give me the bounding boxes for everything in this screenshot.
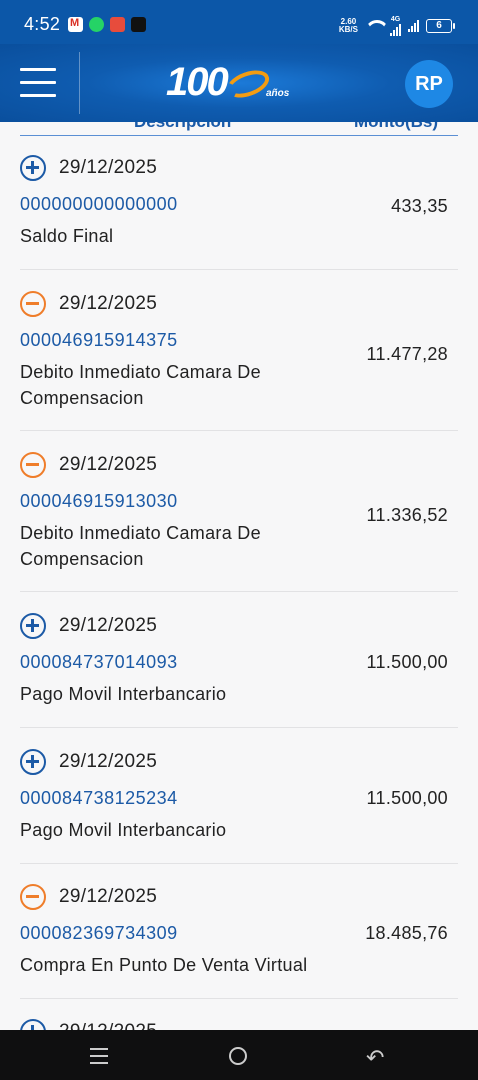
avatar[interactable]: RP [405,60,453,108]
plus-icon [20,749,46,775]
status-indicators: 2.60 KB/S 4G 6 [339,16,455,36]
tiktok-icon [131,17,146,32]
list-item[interactable]: 29/12/2025 000084738125234 Pago Movil In… [20,748,458,864]
gmail-icon [68,17,83,32]
column-amount: Monto(Bs) [354,122,438,132]
app-icon [110,17,125,32]
transaction-list[interactable]: Descripcion Monto(Bs) 29/12/2025 0000000… [0,122,478,1030]
brand-logo: 100 años [166,60,296,108]
transaction-amount: 18.485,76 [365,923,448,943]
list-item[interactable]: 29/12/2025 000000000000000 Saldo Final 4… [20,154,458,270]
transaction-amount: 433,35 [391,196,448,216]
app-header: 100 años RP [0,44,478,122]
plus-icon [20,1019,46,1030]
transaction-description: Pago Movil Interbancario [20,684,227,704]
transaction-description: Debito Inmediato Camara De Compensacion [20,362,261,408]
plus-icon [20,155,46,181]
list-item[interactable]: 29/12/2025 [20,1018,458,1030]
transaction-date: 29/12/2025 [59,615,158,636]
transaction-amount: 11.477,28 [366,344,448,364]
notification-icons [68,17,146,32]
network-speed-unit: KB/S [338,25,358,34]
network-type: 4G [390,16,401,36]
transaction-description: Compra En Punto De Venta Virtual [20,955,308,975]
minus-icon [20,291,46,317]
transaction-amount: 11.336,52 [366,505,448,525]
minus-icon [20,452,46,478]
status-bar: 4:52 2.60 KB/S 4G 6 [0,0,478,44]
signal-icon [390,24,401,36]
menu-icon[interactable] [20,68,58,98]
list-item[interactable]: 29/12/2025 000084737014093 Pago Movil In… [20,612,458,728]
system-nav-bar: ↶ [0,1030,478,1080]
column-description: Descripcion [134,122,231,132]
minus-icon [20,884,46,910]
header-divider [79,52,80,114]
transaction-amount: 11.500,00 [366,652,448,672]
transaction-date: 29/12/2025 [59,157,158,178]
back-icon[interactable]: ↶ [366,1045,384,1071]
list-item[interactable]: 29/12/2025 000046915914375 Debito Inmedi… [20,290,458,431]
logo-number: 100 [166,60,229,104]
transaction-date: 29/12/2025 [59,454,158,475]
whatsapp-icon [89,17,104,32]
network-speed: 2.60 KB/S [339,18,358,34]
plus-icon [20,613,46,639]
list-item[interactable]: 29/12/2025 000046915913030 Debito Inmedi… [20,451,458,592]
column-headers: Descripcion Monto(Bs) [20,122,458,136]
recents-icon[interactable] [90,1048,110,1064]
signal-icon-2 [408,20,419,32]
transaction-amount: 11.500,00 [366,788,448,808]
transaction-date: 29/12/2025 [59,293,158,314]
transaction-date: 29/12/2025 [59,751,158,772]
logo-subtitle: años [266,88,290,99]
list-item[interactable]: 29/12/2025 000082369734309 Compra En Pun… [20,883,458,999]
wifi-icon [365,20,383,33]
status-time: 4:52 [24,14,61,34]
transaction-description: Pago Movil Interbancario [20,820,227,840]
transaction-date: 29/12/2025 [59,1021,157,1030]
network-type-label: 4G [390,16,401,23]
transaction-date: 29/12/2025 [59,886,158,907]
transaction-description: Saldo Final [20,226,114,246]
battery-level: 6 [436,20,442,31]
transaction-description: Debito Inmediato Camara De Compensacion [20,523,261,569]
home-icon[interactable] [229,1047,247,1065]
battery-icon: 6 [426,19,455,33]
